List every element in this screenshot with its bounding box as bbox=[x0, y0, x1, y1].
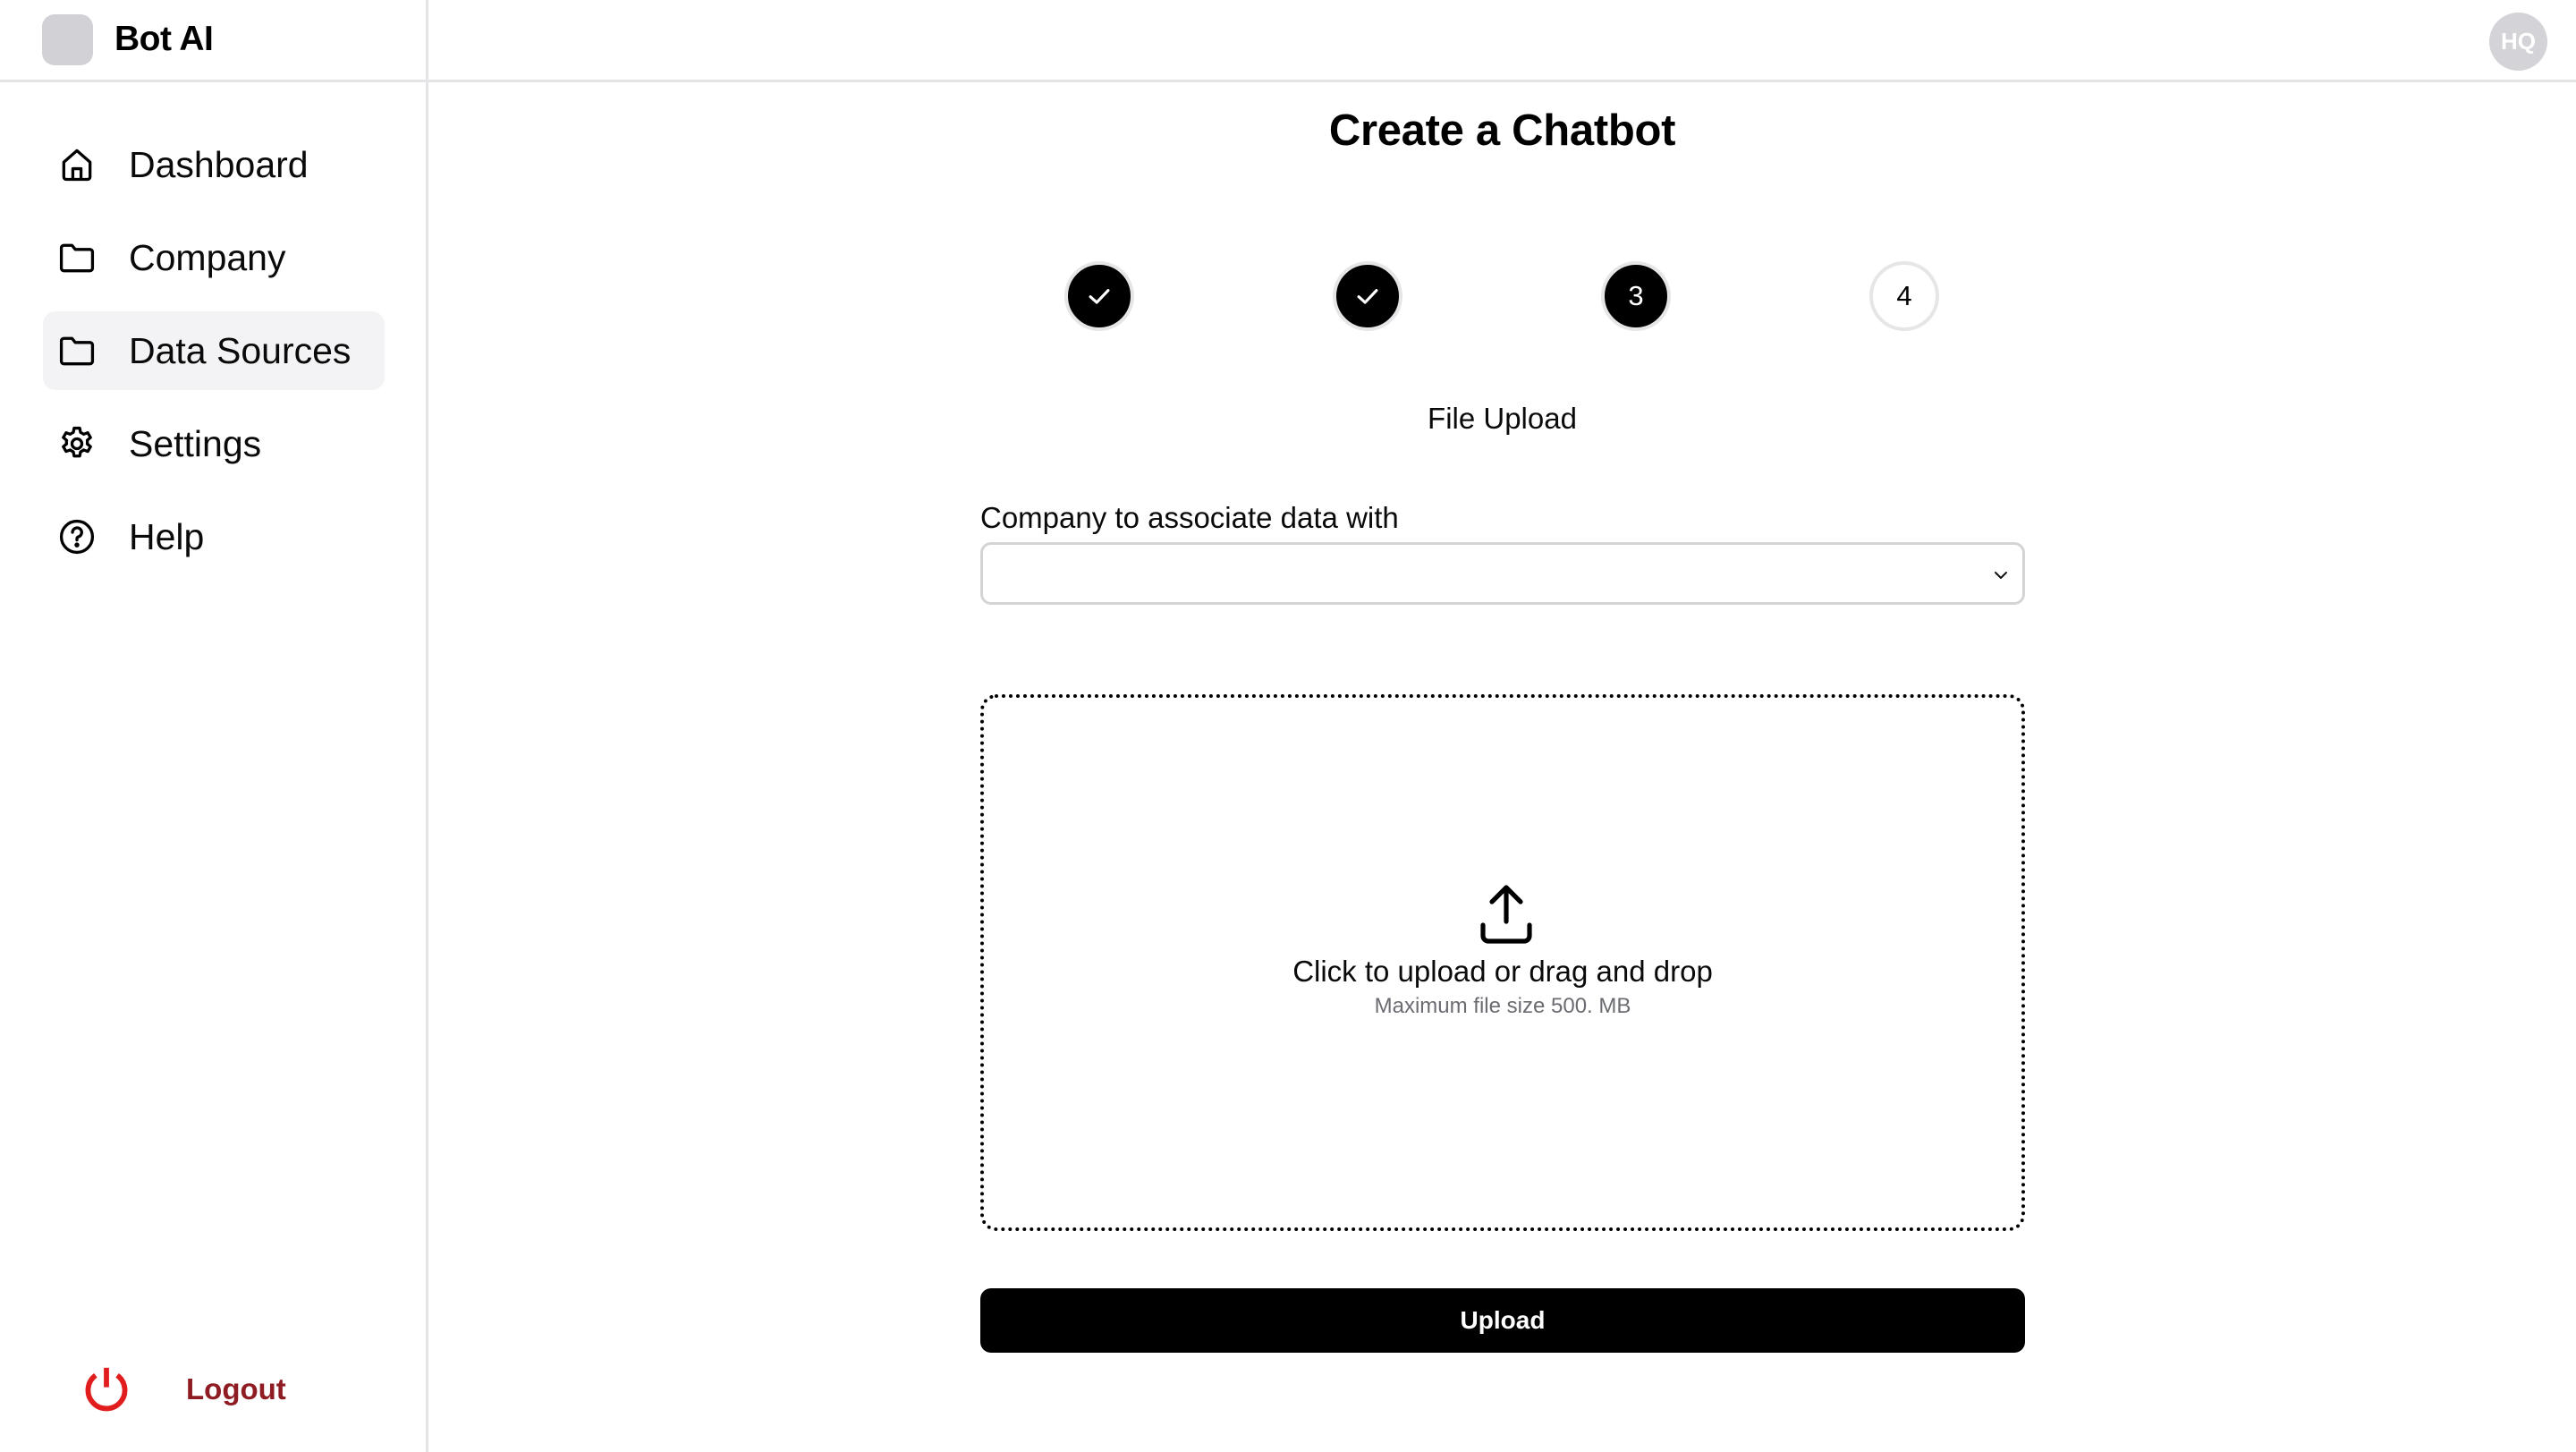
power-icon bbox=[85, 1367, 128, 1412]
sidebar-nav: Dashboard Company Data Sources Settings bbox=[43, 125, 385, 590]
home-icon bbox=[62, 149, 92, 182]
sidebar-item-help[interactable]: Help bbox=[43, 497, 385, 576]
check-icon bbox=[1089, 289, 1110, 304]
step-number: 3 bbox=[1628, 280, 1644, 311]
folder-icon bbox=[59, 243, 95, 273]
sidebar-item-label: Company bbox=[129, 237, 286, 278]
sidebar-header: Bot AI bbox=[0, 0, 426, 82]
upload-button[interactable]: Upload bbox=[980, 1288, 2025, 1353]
sidebar-item-label: Settings bbox=[129, 423, 262, 464]
logo[interactable] bbox=[42, 14, 93, 65]
chevron-down-icon bbox=[1995, 572, 2007, 579]
step-1-completed[interactable] bbox=[1064, 261, 1134, 331]
logout-button[interactable]: Logout bbox=[79, 1360, 311, 1417]
step-3-current[interactable]: 3 bbox=[1601, 261, 1671, 331]
check-icon bbox=[1357, 289, 1378, 304]
sidebar-item-data-sources[interactable]: Data Sources bbox=[43, 311, 385, 390]
sidebar-item-label: Dashboard bbox=[129, 144, 309, 185]
dropzone-title: Click to upload or drag and drop bbox=[1292, 955, 1713, 988]
file-dropzone[interactable]: Click to upload or drag and drop Maximum… bbox=[980, 694, 2025, 1231]
folder-icon bbox=[59, 336, 95, 366]
dropzone-subtitle: Maximum file size 500. MB bbox=[1374, 994, 1631, 1018]
sidebar: Bot AI Dashboard Company Data Sources Se… bbox=[0, 0, 428, 1452]
top-bar: HQ bbox=[428, 0, 2576, 82]
step-number: 4 bbox=[1896, 280, 1912, 311]
brand-name: Bot AI bbox=[114, 20, 214, 58]
company-select[interactable] bbox=[980, 542, 2025, 605]
step-title: File Upload bbox=[1428, 402, 1577, 435]
upload-icon bbox=[1480, 885, 1532, 944]
sidebar-item-label: Data Sources bbox=[129, 330, 352, 371]
step-4-upcoming[interactable]: 4 bbox=[1869, 261, 1939, 331]
help-circle-icon bbox=[59, 519, 95, 555]
page-title: Create a Chatbot bbox=[1328, 106, 1676, 155]
sidebar-item-label: Help bbox=[129, 516, 205, 557]
sidebar-item-dashboard[interactable]: Dashboard bbox=[43, 125, 385, 204]
logout-label: Logout bbox=[186, 1372, 286, 1405]
user-avatar[interactable]: HQ bbox=[2489, 13, 2547, 71]
sidebar-item-settings[interactable]: Settings bbox=[43, 404, 385, 483]
step-2-completed[interactable] bbox=[1333, 261, 1402, 331]
sidebar-item-company[interactable]: Company bbox=[43, 218, 385, 297]
gear-icon bbox=[62, 426, 92, 458]
company-select-label: Company to associate data with bbox=[980, 501, 1399, 534]
main-content: Create a Chatbot 3 4 File Upload Company… bbox=[428, 82, 2576, 1452]
